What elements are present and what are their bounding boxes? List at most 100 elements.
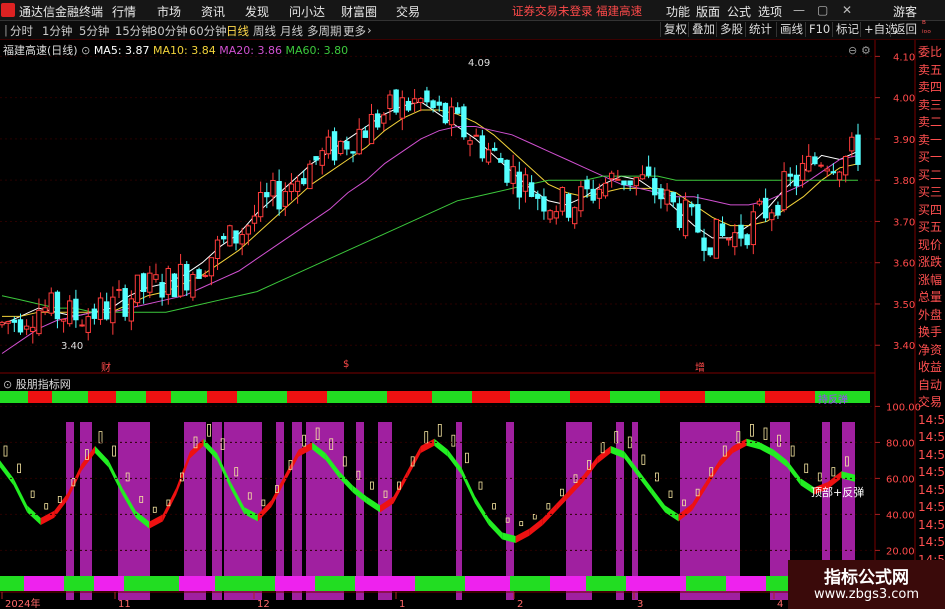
- menu-news[interactable]: 资讯: [201, 3, 225, 20]
- toolbar-adjust-button[interactable]: 复权: [660, 22, 690, 37]
- candle-body: [67, 300, 73, 325]
- side-label[interactable]: 收益: [918, 359, 945, 377]
- minimize-button[interactable]: —: [793, 3, 805, 17]
- candle-body: [639, 174, 646, 180]
- side-label[interactable]: 14:56: [918, 517, 945, 535]
- candle-body: [775, 204, 781, 216]
- period-tab-daily[interactable]: 日线: [226, 23, 249, 39]
- menu-market[interactable]: 市场: [157, 3, 181, 20]
- indicator-tick-label: 20.00: [886, 546, 915, 557]
- indicator-toggle-icon[interactable]: ⊙: [3, 378, 12, 391]
- side-label[interactable]: 涨幅: [918, 272, 945, 290]
- indicator-step-box: [207, 423, 211, 437]
- candle-body: [430, 100, 436, 109]
- side-label[interactable]: 14:56: [918, 412, 945, 430]
- side-label[interactable]: 买五: [918, 219, 945, 237]
- menu-function[interactable]: 功能: [666, 3, 690, 20]
- chevron-right-icon[interactable]: ›: [367, 23, 372, 37]
- period-tab-30min[interactable]: 30分钟: [150, 23, 188, 39]
- close-button[interactable]: ✕: [842, 3, 852, 17]
- side-label[interactable]: 卖五: [918, 62, 945, 80]
- side-label[interactable]: 卖四: [918, 79, 945, 97]
- menu-trade[interactable]: 交易: [396, 3, 420, 20]
- side-label[interactable]: 14:56: [918, 464, 945, 482]
- indicator-top-segment: [28, 391, 52, 403]
- side-label[interactable]: 14:56: [918, 482, 945, 500]
- side-label[interactable]: 交易: [918, 394, 945, 412]
- side-label[interactable]: 买一: [918, 149, 945, 167]
- toolbar-overlay-button[interactable]: 叠加: [688, 22, 718, 37]
- toolbar-multistock-button[interactable]: 多股: [716, 22, 746, 37]
- indicator-band: [212, 422, 222, 600]
- menu-formula[interactable]: 公式: [727, 3, 751, 20]
- side-label[interactable]: 卖二: [918, 114, 945, 132]
- period-tab-15min[interactable]: 15分钟: [115, 23, 153, 39]
- legend-toggle-icon[interactable]: ⊙: [81, 44, 94, 57]
- period-tab-monthly[interactable]: 月线: [280, 23, 303, 39]
- period-tab-weekly[interactable]: 周线: [253, 23, 276, 39]
- menu-quotes[interactable]: 行情: [112, 3, 136, 20]
- side-label[interactable]: 买二: [918, 167, 945, 185]
- toolbar-stats-button[interactable]: 统计: [745, 22, 775, 37]
- period-tab-60min[interactable]: 60分钟: [189, 23, 227, 39]
- restore-button[interactable]: ▢: [817, 3, 828, 17]
- settings-icon[interactable]: ⚙: [861, 44, 871, 57]
- side-label[interactable]: 涨跌: [918, 254, 945, 272]
- indicator-band: [506, 422, 514, 600]
- menu-discover[interactable]: 发现: [245, 3, 269, 20]
- indicator-step-box: [831, 467, 836, 477]
- indicator-step-box: [750, 423, 754, 437]
- toolbar-back-button[interactable]: 返回: [890, 22, 920, 37]
- side-label[interactable]: 买三: [918, 184, 945, 202]
- menu-ask[interactable]: 问小达: [289, 3, 325, 20]
- toolbar-draw-button[interactable]: 画线: [776, 22, 806, 37]
- menu-options[interactable]: 选项: [758, 3, 782, 20]
- candle-body: [140, 273, 147, 292]
- event-marker-finance[interactable]: 财: [101, 359, 111, 374]
- side-label[interactable]: 自动: [918, 377, 945, 395]
- side-label[interactable]: 买四: [918, 202, 945, 220]
- candle-body: [338, 140, 344, 155]
- side-label[interactable]: 总量: [918, 289, 945, 307]
- period-tab-5min[interactable]: 5分钟: [79, 23, 109, 39]
- period-tab-1min[interactable]: 1分钟: [42, 23, 72, 39]
- candle-body: [621, 180, 627, 186]
- candle-body: [331, 131, 338, 161]
- period-tab-multi[interactable]: 多周期: [307, 23, 342, 39]
- indicator-band: [276, 422, 284, 600]
- user-guest[interactable]: 游客: [893, 3, 917, 20]
- side-label[interactable]: 卖一: [918, 132, 945, 150]
- period-tab-timeshare[interactable]: 分时: [10, 23, 33, 39]
- toolbar-mark-button[interactable]: 标记: [832, 22, 862, 37]
- login-notice[interactable]: 证券交易未登录 福建高速: [512, 3, 642, 19]
- zoom-minus-icon[interactable]: ⊖: [848, 44, 857, 57]
- side-label[interactable]: 14:56: [918, 499, 945, 517]
- indicator-top-segment: [287, 391, 327, 403]
- indicator-bottom-segment: [510, 576, 550, 591]
- event-marker-increase[interactable]: 增: [695, 359, 705, 374]
- event-marker-dividend[interactable]: $: [343, 359, 349, 370]
- candle-body: [455, 107, 461, 114]
- side-label[interactable]: 14:56: [918, 429, 945, 447]
- indicator-top-segment: [116, 391, 146, 403]
- candle-body: [374, 113, 381, 128]
- side-label[interactable]: 卖三: [918, 97, 945, 115]
- side-label[interactable]: 净资: [918, 342, 945, 360]
- side-label[interactable]: 14:56: [918, 534, 945, 552]
- menu-layout[interactable]: 版面: [696, 3, 720, 20]
- indicator-bottom-segment: [550, 576, 586, 591]
- candle-body: [190, 273, 196, 298]
- side-label[interactable]: 换手: [918, 324, 945, 342]
- kline-chart-area[interactable]: 4.10 4.00 3.90 3.80 3.70 3.60 3.50 3.40 100.00 8…: [0, 40, 945, 609]
- candle-body: [436, 101, 442, 106]
- menu-wealth[interactable]: 财富圈: [341, 3, 377, 20]
- candle-body: [769, 212, 775, 221]
- side-label[interactable]: 委比: [918, 44, 945, 62]
- side-label[interactable]: 现价: [918, 237, 945, 255]
- period-menu-icon[interactable]: |: [4, 23, 8, 37]
- period-tab-more[interactable]: 更多: [343, 23, 366, 39]
- toolbar-f10-button[interactable]: F10: [805, 22, 833, 37]
- side-label[interactable]: 外盘: [918, 307, 945, 325]
- side-label[interactable]: 14:56: [918, 447, 945, 465]
- candle-body: [196, 269, 202, 279]
